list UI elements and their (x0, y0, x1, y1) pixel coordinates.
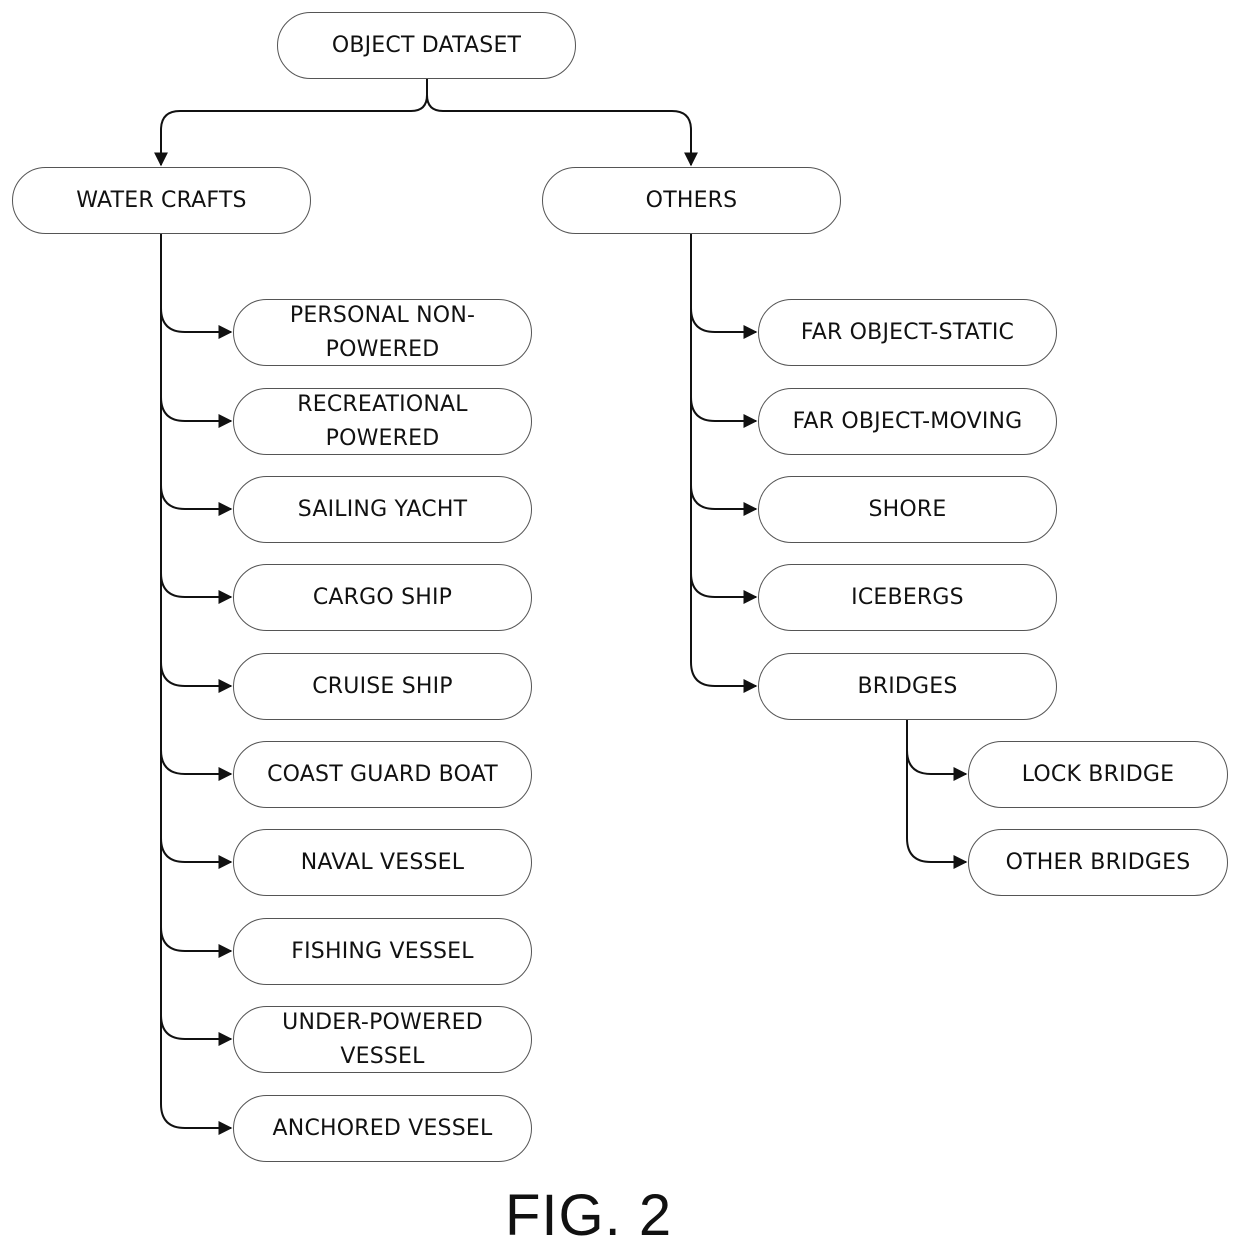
node-cargo-ship: CARGO SHIP (233, 564, 532, 631)
figure-caption: FIG. 2 (505, 1183, 673, 1248)
connector-watercrafts-child (160, 396, 233, 428)
connector-watercrafts-child (160, 661, 233, 693)
node-fishing-vessel: FISHING VESSEL (233, 918, 532, 985)
connector-bridges-child (906, 837, 968, 869)
node-far-object-moving: FAR OBJECT-MOVING (758, 388, 1057, 455)
node-anchored-vessel: ANCHORED VESSEL (233, 1095, 532, 1162)
connector-others-child (690, 484, 758, 516)
node-icebergs: ICEBERGS (758, 564, 1057, 631)
connector-root-others (426, 94, 698, 167)
connector-watercrafts-child (160, 1103, 233, 1135)
node-shore: SHORE (758, 476, 1057, 543)
connector-watercrafts-child (160, 307, 233, 339)
connector-others-child (690, 307, 758, 339)
node-under-powered-vessel: UNDER-POWERED VESSEL (233, 1006, 532, 1073)
node-cruise-ship: CRUISE SHIP (233, 653, 532, 720)
node-others: OTHERS (542, 167, 841, 234)
connector-watercrafts-child (160, 926, 233, 958)
node-object-dataset: OBJECT DATASET (277, 12, 576, 79)
connector-others-child (690, 661, 758, 693)
node-sailing-yacht: SAILING YACHT (233, 476, 532, 543)
connector-watercrafts-child (160, 749, 233, 781)
node-water-crafts: WATER CRAFTS (12, 167, 311, 234)
node-recreational-powered: RECREATIONAL POWERED (233, 388, 532, 455)
connector-bridges-child (906, 749, 968, 781)
connector-watercrafts-child (160, 837, 233, 869)
node-coast-guard-boat: COAST GUARD BOAT (233, 741, 532, 808)
connector-watercrafts-child (160, 1014, 233, 1046)
connector-watercrafts-child (160, 572, 233, 604)
connector-root-watercrafts (154, 79, 428, 167)
connector-others-child (690, 572, 758, 604)
node-personal-non-powered: PERSONAL NON- POWERED (233, 299, 532, 366)
node-other-bridges: OTHER BRIDGES (968, 829, 1228, 896)
node-naval-vessel: NAVAL VESSEL (233, 829, 532, 896)
connector-watercrafts-child (160, 484, 233, 516)
node-lock-bridge: LOCK BRIDGE (968, 741, 1228, 808)
node-far-object-static: FAR OBJECT-STATIC (758, 299, 1057, 366)
connector-others-child (690, 396, 758, 428)
node-bridges: BRIDGES (758, 653, 1057, 720)
